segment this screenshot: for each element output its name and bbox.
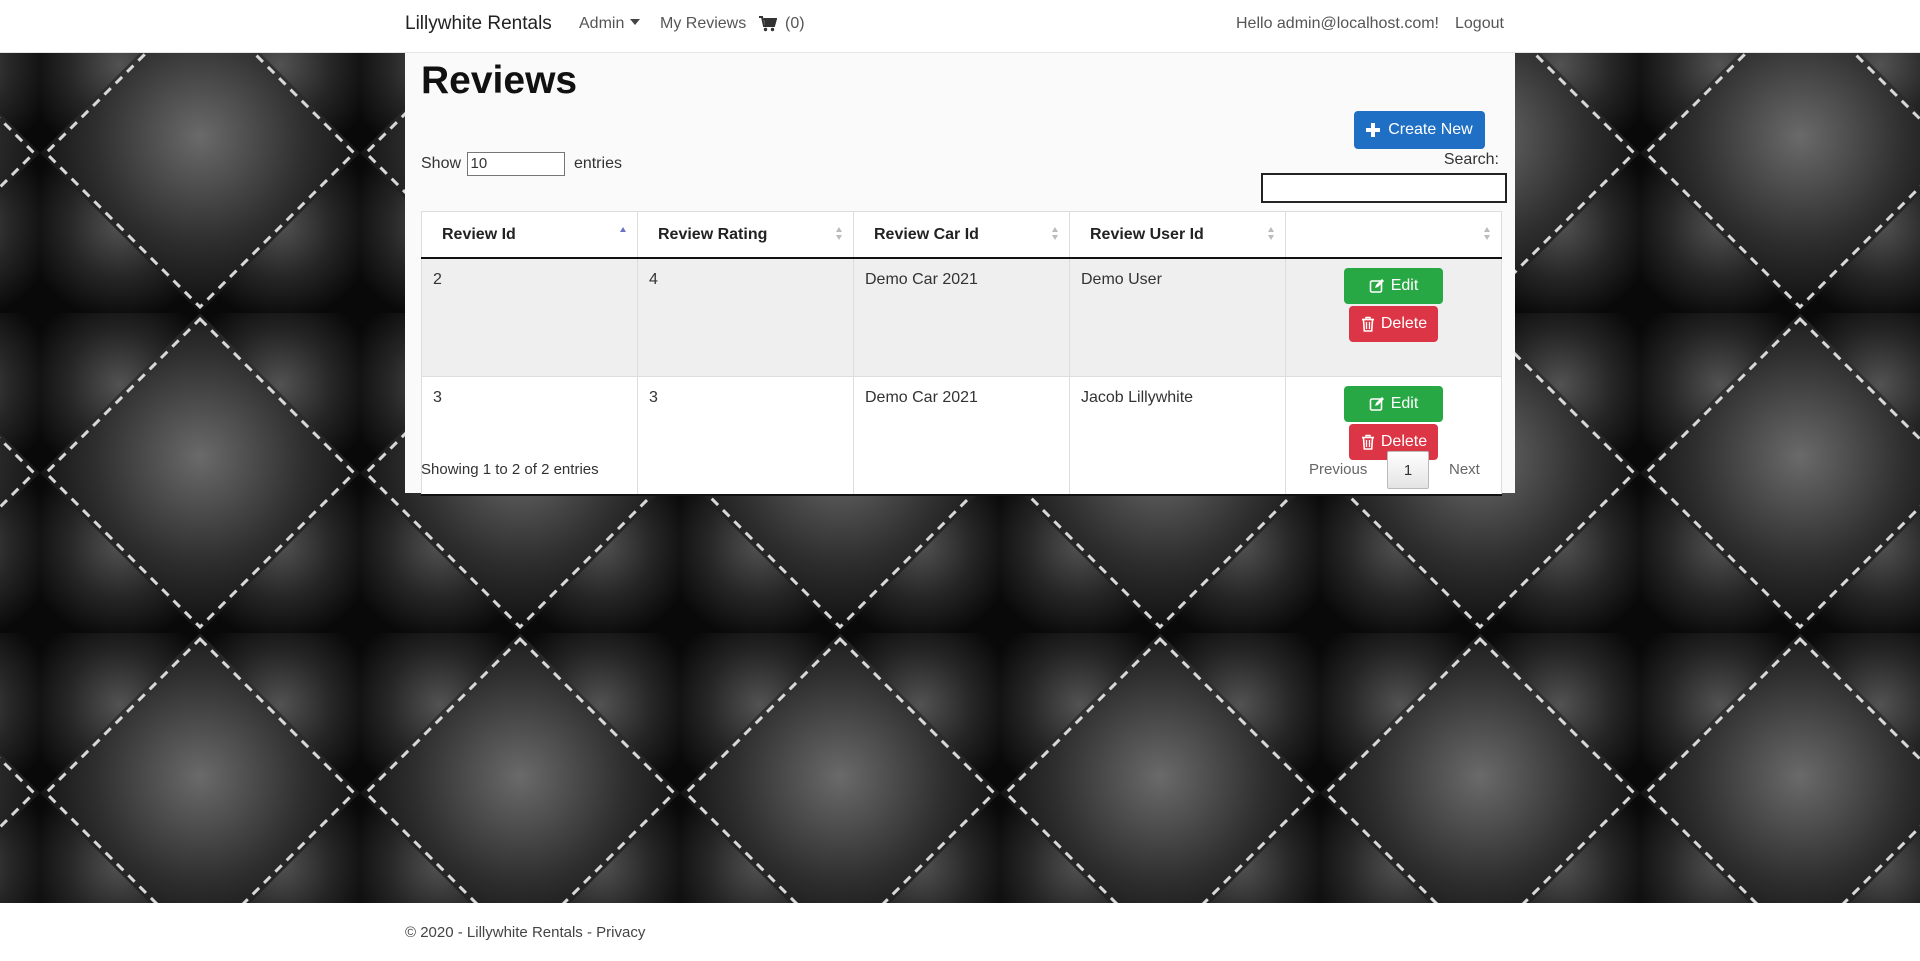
sort-icon xyxy=(1052,227,1059,241)
table-header-row: Review Id Review Rating Review Car Id Re… xyxy=(421,211,1502,259)
sort-icon xyxy=(1268,227,1275,241)
page-footer: © 2020 - Lillywhite Rentals - Privacy xyxy=(405,924,645,941)
column-header-review-rating[interactable]: Review Rating xyxy=(637,211,854,259)
my-reviews-link[interactable]: My Reviews xyxy=(660,15,746,33)
caret-down-icon xyxy=(630,19,641,25)
shopping-cart-icon[interactable] xyxy=(759,16,777,32)
pagination-page-1[interactable]: 1 xyxy=(1387,451,1429,489)
show-label: Show xyxy=(421,155,462,172)
edit-label: Edit xyxy=(1390,395,1419,412)
trash-icon xyxy=(1361,316,1374,332)
column-header-label: Review Car Id xyxy=(874,225,979,243)
page-length-select[interactable]: 10 xyxy=(467,152,566,176)
page-length-control: Show 10 entries xyxy=(421,152,622,176)
content-panel: Reviews Create New Show 10 entries Searc… xyxy=(405,53,1515,496)
pagination-previous[interactable]: Previous xyxy=(1309,461,1367,478)
reviews-table: Review Id Review Rating Review Car Id Re… xyxy=(421,211,1502,496)
plus-icon xyxy=(1366,123,1381,137)
column-header-label: Review User Id xyxy=(1090,225,1204,243)
admin-dropdown[interactable]: Admin xyxy=(579,15,641,33)
sort-icon xyxy=(836,227,843,241)
sort-ascending-icon xyxy=(620,227,627,241)
column-header-review-car-id[interactable]: Review Car Id xyxy=(853,211,1070,259)
column-header-actions[interactable] xyxy=(1285,211,1502,259)
top-navbar: Lillywhite Rentals Admin My Reviews (0) … xyxy=(0,0,1920,53)
cell-review-car-id: Demo Car 2021 xyxy=(853,376,1070,496)
page-title: Reviews xyxy=(421,59,578,102)
edit-label: Edit xyxy=(1390,277,1419,294)
privacy-link[interactable]: Privacy xyxy=(596,924,645,941)
cell-review-car-id: Demo Car 2021 xyxy=(853,257,1070,377)
delete-label: Delete xyxy=(1380,433,1428,450)
edit-button[interactable]: Edit xyxy=(1344,268,1443,304)
column-header-review-id[interactable]: Review Id xyxy=(421,211,638,259)
edit-icon xyxy=(1369,279,1384,293)
create-new-label: Create New xyxy=(1388,121,1473,138)
column-header-label: Review Id xyxy=(442,225,516,243)
search-input[interactable] xyxy=(1261,173,1507,203)
create-new-button[interactable]: Create New xyxy=(1354,111,1485,149)
edit-button[interactable]: Edit xyxy=(1344,386,1443,422)
trash-icon xyxy=(1361,434,1374,450)
cell-review-id: 2 xyxy=(421,257,638,377)
cell-review-rating: 4 xyxy=(637,257,854,377)
delete-button[interactable]: Delete xyxy=(1349,306,1438,342)
cell-review-user-id: Jacob Lillywhite xyxy=(1069,376,1286,496)
cell-review-user-id: Demo User xyxy=(1069,257,1286,377)
table-info: Showing 1 to 2 of 2 entries xyxy=(421,461,599,478)
brand-link[interactable]: Lillywhite Rentals xyxy=(405,13,552,35)
admin-dropdown-label: Admin xyxy=(579,15,625,32)
search-label: Search: xyxy=(1443,151,1499,168)
copyright-text: © 2020 - Lillywhite Rentals - xyxy=(405,924,597,941)
cart-count[interactable]: (0) xyxy=(785,15,805,33)
column-header-label: Review Rating xyxy=(658,225,768,243)
edit-icon xyxy=(1369,397,1384,411)
pagination-next[interactable]: Next xyxy=(1449,461,1480,478)
cell-actions: Edit Delete xyxy=(1285,257,1502,377)
delete-label: Delete xyxy=(1380,315,1428,332)
column-header-review-user-id[interactable]: Review User Id xyxy=(1069,211,1286,259)
entries-label: entries xyxy=(573,155,622,172)
logout-link[interactable]: Logout xyxy=(1455,15,1504,33)
table-row: 2 4 Demo Car 2021 Demo User Edit Delete xyxy=(421,257,1502,377)
sort-icon xyxy=(1484,227,1491,241)
cell-review-rating: 3 xyxy=(637,376,854,496)
user-greeting[interactable]: Hello admin@localhost.com! xyxy=(1236,15,1439,33)
